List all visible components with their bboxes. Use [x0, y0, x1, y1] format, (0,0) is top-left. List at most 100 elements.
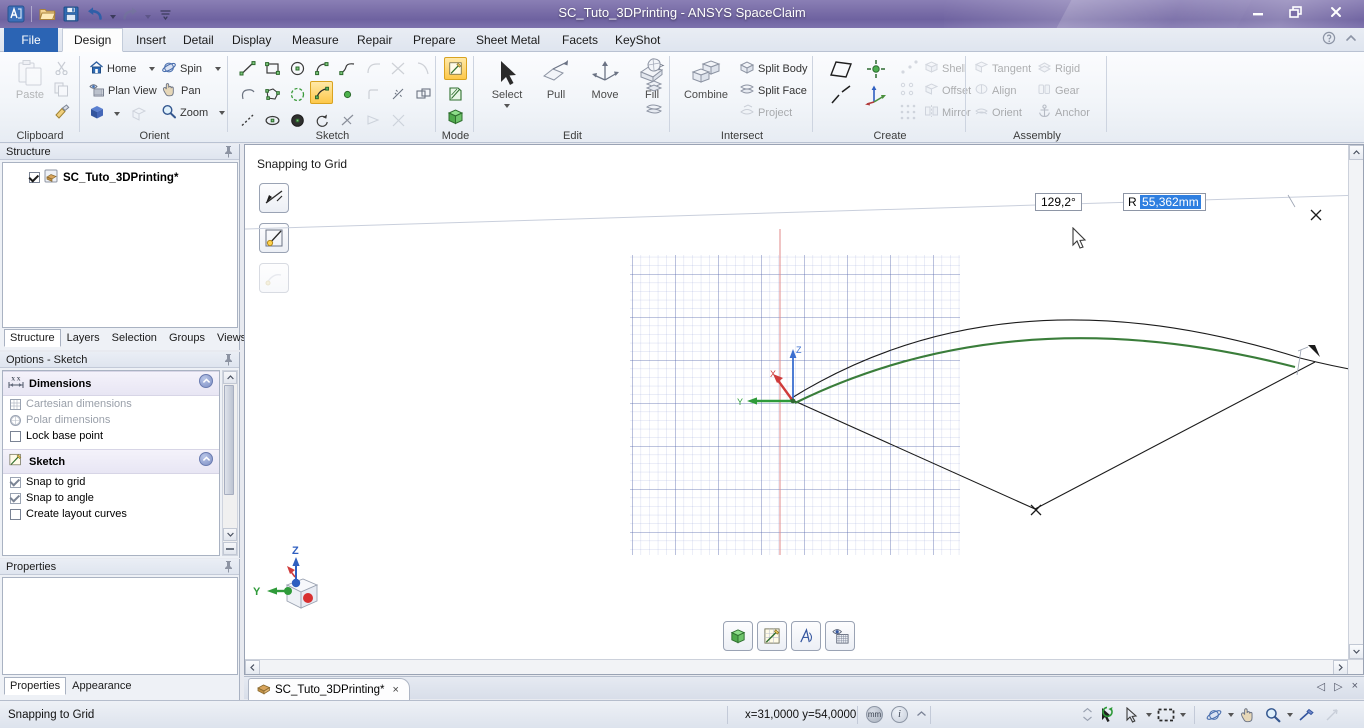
options-section-dimensions[interactable]: X X Dimensions: [3, 371, 219, 396]
open-icon[interactable]: [35, 3, 59, 25]
zoom-button[interactable]: Zoom: [161, 104, 226, 122]
copy-icon[interactable]: [54, 82, 69, 97]
coordinate-system-icon[interactable]: [864, 84, 888, 106]
panel-tab-properties[interactable]: Properties: [4, 677, 67, 695]
structure-tree[interactable]: SC_Tuto_3DPrinting*: [2, 162, 238, 328]
plan-view-button[interactable]: [825, 621, 855, 651]
sketch-pen-button[interactable]: [1296, 705, 1318, 725]
split-face-button[interactable]: Split Face: [739, 82, 807, 100]
sketch-project-tool[interactable]: [386, 81, 411, 107]
option-snap-to-angle[interactable]: Snap to angle: [3, 490, 219, 506]
sketch-polygon-tool[interactable]: [260, 81, 285, 107]
menu-tab-detail[interactable]: Detail: [172, 28, 225, 52]
menu-tab-design[interactable]: Design: [62, 28, 124, 52]
align-button[interactable]: Align: [974, 82, 1016, 99]
options-section-sketch[interactable]: Sketch: [3, 449, 219, 474]
spin-button[interactable]: [1203, 705, 1225, 725]
document-tab-close-icon[interactable]: ×: [393, 684, 399, 696]
box-select-dropdown-icon[interactable]: [1180, 712, 1186, 717]
collapse-ribbon-icon[interactable]: [1344, 31, 1358, 48]
format-painter-icon[interactable]: [54, 104, 70, 119]
sketch-construction-circle-tool[interactable]: [285, 81, 310, 107]
rigid-button[interactable]: Rigid: [1037, 60, 1080, 77]
scroll-up-button[interactable]: [223, 371, 237, 384]
solid-mode-button[interactable]: [723, 621, 753, 651]
plane-icon[interactable]: [828, 58, 854, 80]
pin-icon[interactable]: [223, 353, 234, 371]
home-button[interactable]: Home: [89, 60, 156, 78]
properties-grid[interactable]: [2, 577, 238, 675]
plan-view-button[interactable]: Plan View: [89, 82, 157, 100]
spin-button[interactable]: Spin: [161, 60, 222, 78]
paste-button[interactable]: Paste: [8, 58, 52, 101]
pull-button[interactable]: Pull: [533, 58, 579, 101]
project-button[interactable]: Project: [739, 104, 792, 122]
solid-mode-button[interactable]: [446, 107, 465, 129]
collapse-dimensions-icon[interactable]: [199, 374, 213, 388]
viewport-scroll-down-button[interactable]: [1349, 644, 1363, 659]
spin-step-icons[interactable]: [1082, 707, 1093, 722]
snap-to-angle-checkbox[interactable]: [10, 492, 21, 504]
home-dropdown-icon[interactable]: [149, 67, 156, 71]
panel-tab-selection[interactable]: Selection: [106, 329, 163, 347]
option-lock-base-point[interactable]: Lock base point: [3, 428, 219, 444]
save-icon[interactable]: [59, 3, 83, 25]
sketch-point-tool[interactable]: [335, 81, 360, 107]
sketch-tangent-line-tool[interactable]: [235, 81, 260, 107]
menu-tab-sheet-metal[interactable]: Sheet Metal: [465, 28, 551, 52]
axis-icon[interactable]: [828, 84, 854, 106]
undo-dropdown-icon[interactable]: [107, 3, 118, 25]
sketch-mode-button[interactable]: [444, 57, 467, 80]
sketch-offset-curve-tool[interactable]: [411, 55, 436, 81]
option-polar-dimensions[interactable]: Polar dimensions: [3, 412, 219, 428]
menu-tab-measure[interactable]: Measure: [281, 28, 350, 52]
view-dropdown-icon[interactable]: [114, 111, 120, 116]
spin-dropdown-icon[interactable]: [215, 67, 222, 71]
menu-tab-repair[interactable]: Repair: [346, 28, 403, 52]
spin-center-button[interactable]: [1096, 705, 1118, 725]
stack-icon[interactable]: [645, 78, 663, 95]
radius-dimension-value[interactable]: 55,362mm: [1140, 195, 1201, 209]
document-tab[interactable]: SC_Tuto_3DPrinting* ×: [248, 678, 410, 700]
mirror-button[interactable]: Mirror: [924, 104, 971, 121]
layers-icon[interactable]: [645, 100, 663, 117]
menu-tab-keyshot[interactable]: KeyShot: [604, 28, 671, 52]
pointer-button[interactable]: [1321, 705, 1343, 725]
graphics-viewport[interactable]: Snapping to Grid Z Y X 129,2° R 55,362mm…: [244, 144, 1364, 675]
sketch-spline-tool[interactable]: [335, 55, 360, 81]
pattern-grid-icon[interactable]: [898, 102, 920, 122]
anchor-button[interactable]: Anchor: [1037, 104, 1090, 121]
select-button[interactable]: Select: [483, 58, 531, 108]
viewport-horizontal-scrollbar[interactable]: [245, 659, 1363, 674]
pattern-circular-icon[interactable]: [898, 80, 920, 100]
tab-close-all-icon[interactable]: ×: [1352, 680, 1358, 693]
option-cartesian-dimensions[interactable]: Cartesian dimensions: [3, 396, 219, 412]
menu-tab-insert[interactable]: Insert: [125, 28, 177, 52]
pattern-sparse-icon[interactable]: [898, 58, 920, 78]
option-create-layout-curves[interactable]: Create layout curves: [3, 506, 219, 522]
menu-tab-file[interactable]: File: [4, 28, 58, 52]
select-dropdown-icon[interactable]: [1146, 712, 1152, 717]
sketch-circle-tool[interactable]: [285, 55, 310, 81]
viewport-vertical-scrollbar[interactable]: [1348, 145, 1363, 674]
panel-tab-layers[interactable]: Layers: [61, 329, 106, 347]
sketch-trim-away-tool[interactable]: [386, 55, 411, 81]
zoom-button[interactable]: [1262, 705, 1284, 725]
pin-icon[interactable]: [223, 145, 234, 163]
pan-button[interactable]: Pan: [161, 82, 201, 100]
spaceclaim-app-icon[interactable]: [4, 3, 28, 25]
select-arrow-button[interactable]: [1121, 705, 1143, 725]
pin-icon[interactable]: [223, 560, 234, 578]
box-select-button[interactable]: [1155, 705, 1177, 725]
tab-prev-icon[interactable]: ◁: [1317, 680, 1325, 693]
customize-qat-icon[interactable]: [153, 3, 177, 25]
tangent-button[interactable]: Tangent: [974, 60, 1031, 77]
lock-base-point-checkbox[interactable]: [10, 430, 21, 442]
panel-tab-appearance[interactable]: Appearance: [66, 677, 137, 695]
radius-dimension-box[interactable]: R 55,362mm: [1123, 193, 1206, 211]
viewport-scroll-right-button[interactable]: [1333, 660, 1348, 674]
help-icon[interactable]: [1322, 31, 1336, 48]
combine-button[interactable]: Combine: [677, 58, 735, 101]
zoom-dropdown-icon[interactable]: [1287, 712, 1293, 717]
spin-dropdown-icon[interactable]: [1228, 712, 1234, 717]
